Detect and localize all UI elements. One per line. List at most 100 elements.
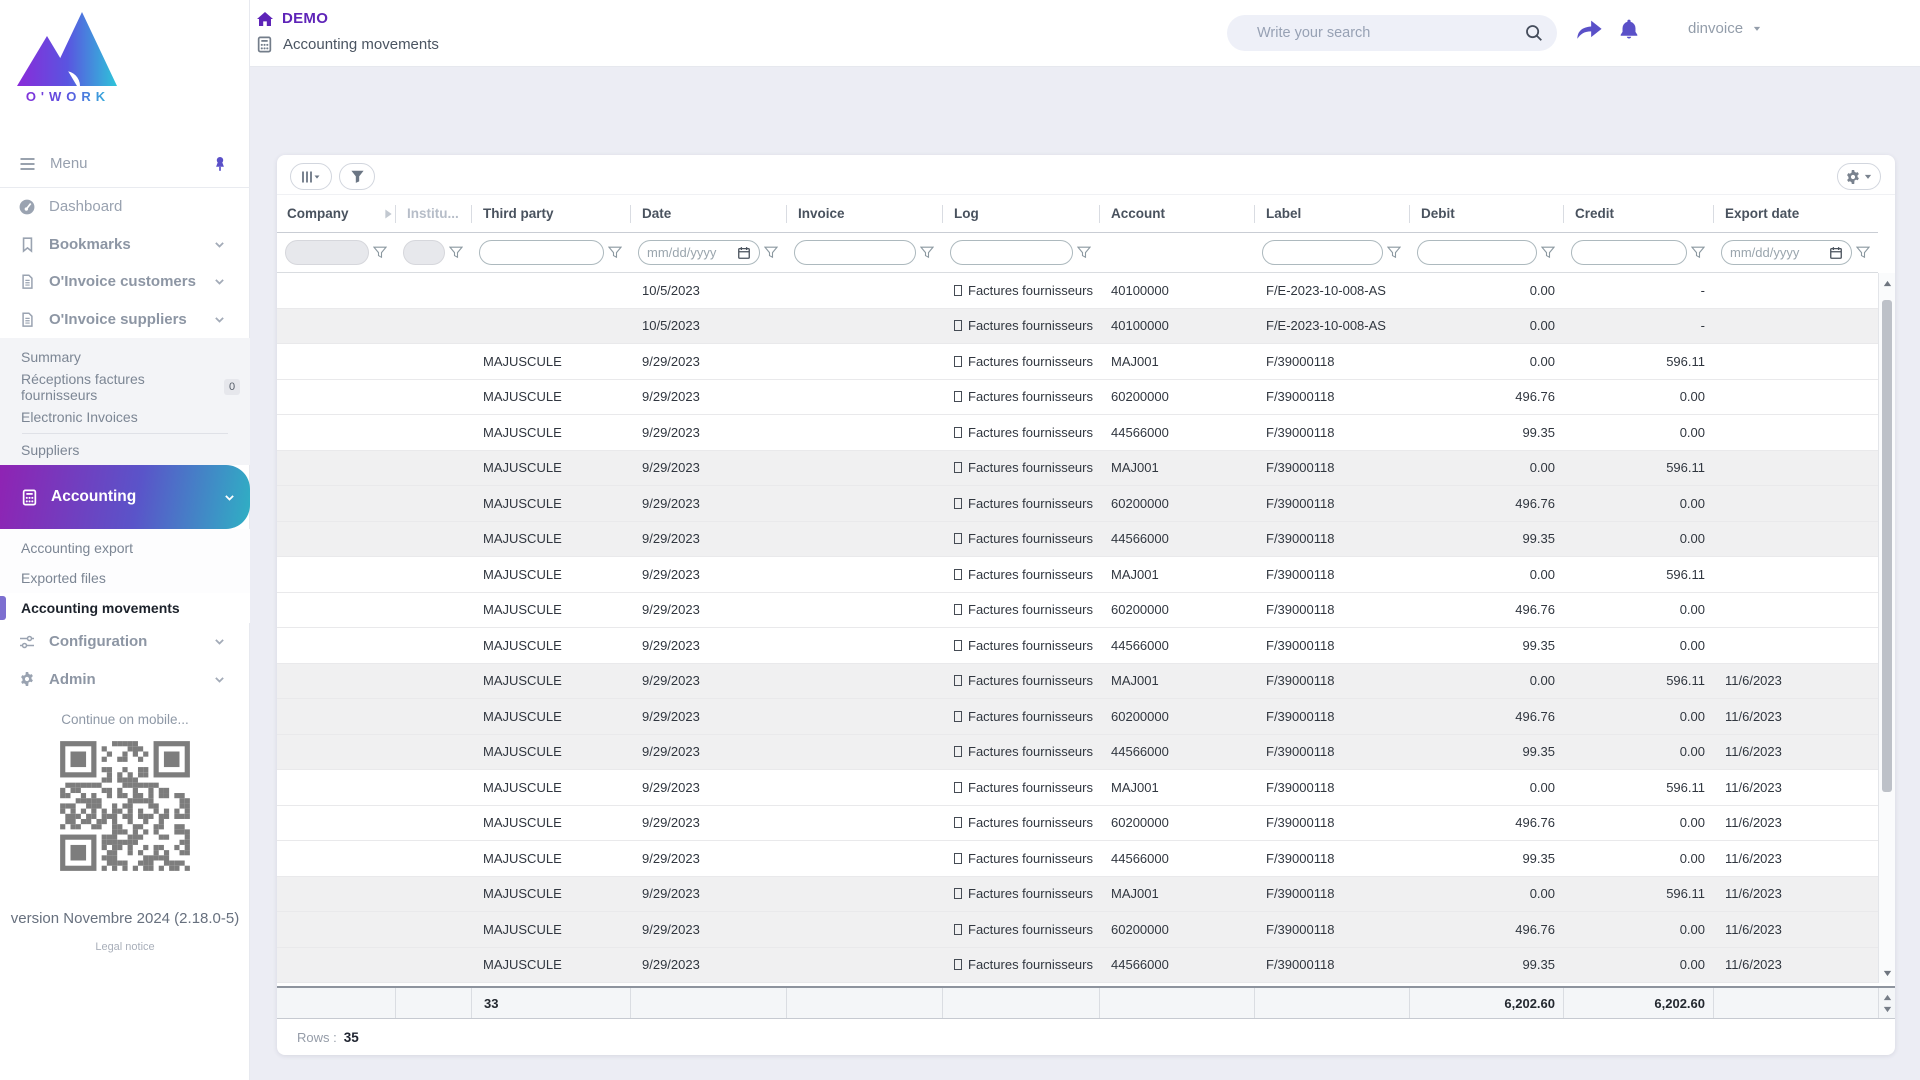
table-row[interactable]: 10/5/2023 Factures fournisseurs 40100000 F/… — [277, 308, 1878, 344]
filter-input-label[interactable] — [1262, 240, 1383, 265]
filter-funnel-icon[interactable] — [920, 246, 934, 259]
scroll-down-icon[interactable] — [1879, 965, 1896, 981]
sidebar-subitem-summary[interactable]: Summary — [0, 342, 250, 372]
sidebar-subitem-r-ceptions-factures-fournisseurs[interactable]: Réceptions factures fournisseurs 0 — [0, 371, 250, 403]
legal-notice-link[interactable]: Legal notice — [0, 941, 250, 953]
table-row[interactable]: MAJUSCULE 9/29/2023 Factures fournisseurs M… — [277, 344, 1878, 380]
filter-funnel-icon[interactable] — [373, 246, 387, 259]
column-header-account[interactable]: Account — [1099, 195, 1254, 232]
table-row[interactable]: MAJUSCULE 9/29/2023 Factures fournisseurs 6… — [277, 592, 1878, 628]
filter-funnel-icon[interactable] — [1691, 246, 1705, 259]
sidebar-item-admin[interactable]: Admin — [0, 661, 250, 699]
sidebar: O'WORK Menu Dashboard Bookmarks O'Invoice … — [0, 0, 250, 1080]
table-row[interactable]: MAJUSCULE 9/29/2023 Factures fournisseurs 4… — [277, 841, 1878, 877]
vertical-scrollbar[interactable] — [1878, 273, 1895, 983]
column-header-credit[interactable]: Credit — [1563, 195, 1713, 232]
workspace-link[interactable]: DEMO — [256, 10, 328, 27]
table-row[interactable]: MAJUSCULE 9/29/2023 Factures fournisseurs 6… — [277, 912, 1878, 948]
column-chooser-button[interactable] — [290, 163, 332, 190]
cell-date: 9/29/2023 — [630, 735, 786, 770]
sidebar-subitem-electronic-invoices[interactable]: Electronic Invoices — [0, 402, 250, 432]
sidebar-subitem-accounting-movements[interactable]: Accounting movements — [0, 593, 250, 623]
cell-invoice — [786, 380, 942, 415]
table-row[interactable]: MAJUSCULE 9/29/2023 Factures fournisseurs 6… — [277, 379, 1878, 415]
filter-input-invoice[interactable] — [794, 240, 916, 265]
search-input[interactable] — [1257, 25, 1525, 41]
filter-input-credit[interactable] — [1571, 240, 1687, 265]
cell-log: Factures fournisseurs — [942, 877, 1099, 912]
column-header-company[interactable]: Company — [277, 195, 395, 232]
calendar-icon[interactable] — [737, 246, 751, 260]
column-header-label[interactable]: Label — [1254, 195, 1409, 232]
column-header-institution[interactable]: Institu... — [395, 195, 471, 232]
pin-icon[interactable] — [212, 156, 228, 172]
scroll-up-icon[interactable] — [1883, 994, 1892, 1001]
filter-funnel-icon[interactable] — [1541, 246, 1555, 259]
column-header-date[interactable]: Date — [630, 195, 786, 232]
table-row[interactable]: 10/5/2023 Factures fournisseurs 40100000 F/… — [277, 273, 1878, 309]
sidebar-item-bookmarks[interactable]: Bookmarks — [0, 226, 250, 264]
sidebar-item-o-invoice-suppliers[interactable]: O'Invoice suppliers — [0, 301, 250, 339]
share-icon[interactable] — [1576, 19, 1603, 41]
totals-scroll[interactable] — [1878, 988, 1895, 1018]
sidebar-subitem-accounting-export[interactable]: Accounting export — [0, 533, 250, 563]
column-header-debit[interactable]: Debit — [1409, 195, 1563, 232]
sidebar-item-dashboard[interactable]: Dashboard — [0, 188, 250, 226]
search-icon[interactable] — [1525, 24, 1543, 42]
filter-funnel-icon[interactable] — [764, 246, 778, 259]
total-value: 6,202.60 — [1504, 995, 1555, 1011]
filter-funnel-icon[interactable] — [1856, 246, 1870, 259]
cell-value: 11/6/2023 — [1725, 708, 1782, 724]
column-header-log[interactable]: Log — [942, 195, 1099, 232]
table-row[interactable]: MAJUSCULE 9/29/2023 Factures fournisseurs 4… — [277, 521, 1878, 557]
menu-toggle[interactable]: Menu — [0, 140, 250, 187]
cell-value: MAJUSCULE — [483, 708, 562, 724]
cell-company — [277, 380, 395, 415]
grid-settings-button[interactable] — [1837, 163, 1881, 190]
table-row[interactable]: MAJUSCULE 9/29/2023 Factures fournisseurs 4… — [277, 415, 1878, 451]
filter-input-date[interactable]: mm/dd/yyyy — [638, 240, 760, 265]
cell-export_date — [1713, 557, 1878, 592]
scrollbar-thumb[interactable] — [1882, 300, 1892, 792]
table-row[interactable]: MAJUSCULE 9/29/2023 Factures fournisseurs M… — [277, 450, 1878, 486]
column-header-export_date[interactable]: Export date — [1713, 195, 1878, 232]
table-row[interactable]: MAJUSCULE 9/29/2023 Factures fournisseurs 6… — [277, 805, 1878, 841]
scroll-down-icon[interactable] — [1883, 1006, 1892, 1013]
calendar-icon[interactable] — [1829, 246, 1843, 260]
column-header-invoice[interactable]: Invoice — [786, 195, 942, 232]
cell-value: MAJUSCULE — [483, 673, 562, 689]
filter-funnel-icon[interactable] — [449, 246, 463, 259]
table-row[interactable]: MAJUSCULE 9/29/2023 Factures fournisseurs 4… — [277, 734, 1878, 770]
sidebar-item-accounting[interactable]: Accounting — [0, 465, 250, 529]
filter-input-debit[interactable] — [1417, 240, 1537, 265]
sidebar-item-configuration[interactable]: Configuration — [0, 623, 250, 661]
table-row[interactable]: MAJUSCULE 9/29/2023 Factures fournisseurs M… — [277, 663, 1878, 699]
table-row[interactable]: MAJUSCULE 9/29/2023 Factures fournisseurs 4… — [277, 628, 1878, 664]
sidebar-item-o-invoice-customers[interactable]: O'Invoice customers — [0, 263, 250, 301]
username: dinvoice — [1688, 20, 1744, 37]
filter-funnel-icon[interactable] — [1077, 246, 1091, 259]
filter-funnel-icon[interactable] — [1387, 246, 1401, 259]
notifications-bell-icon[interactable] — [1618, 17, 1640, 41]
cell-value: MAJUSCULE — [483, 886, 562, 902]
user-menu[interactable]: dinvoice — [1688, 20, 1762, 37]
table-row[interactable]: MAJUSCULE 9/29/2023 Factures fournisseurs 6… — [277, 486, 1878, 522]
table-row[interactable]: MAJUSCULE 9/29/2023 Factures fournisseurs 4… — [277, 947, 1878, 983]
cell-credit: 596.11 — [1563, 344, 1713, 379]
filter-input-third_party[interactable] — [479, 240, 604, 265]
play-right-icon[interactable] — [384, 208, 393, 220]
sidebar-subitem-exported-files[interactable]: Exported files — [0, 563, 250, 593]
filter-input-export_date[interactable]: mm/dd/yyyy — [1721, 240, 1852, 265]
table-row[interactable]: MAJUSCULE 9/29/2023 Factures fournisseurs M… — [277, 557, 1878, 593]
column-header-third_party[interactable]: Third party — [471, 195, 630, 232]
filter-button[interactable] — [339, 163, 375, 190]
scroll-up-icon[interactable] — [1879, 275, 1896, 291]
table-row[interactable]: MAJUSCULE 9/29/2023 Factures fournisseurs M… — [277, 876, 1878, 912]
filter-funnel-icon[interactable] — [608, 246, 622, 259]
grid-panel: Company Institu... Third party Date Invoice L… — [277, 155, 1895, 1055]
filter-input-log[interactable] — [950, 240, 1073, 265]
sidebar-subitem-suppliers[interactable]: Suppliers — [0, 435, 250, 465]
table-row[interactable]: MAJUSCULE 9/29/2023 Factures fournisseurs M… — [277, 770, 1878, 806]
table-row[interactable]: MAJUSCULE 9/29/2023 Factures fournisseurs 6… — [277, 699, 1878, 735]
cell-debit: 0.00 — [1409, 273, 1563, 308]
